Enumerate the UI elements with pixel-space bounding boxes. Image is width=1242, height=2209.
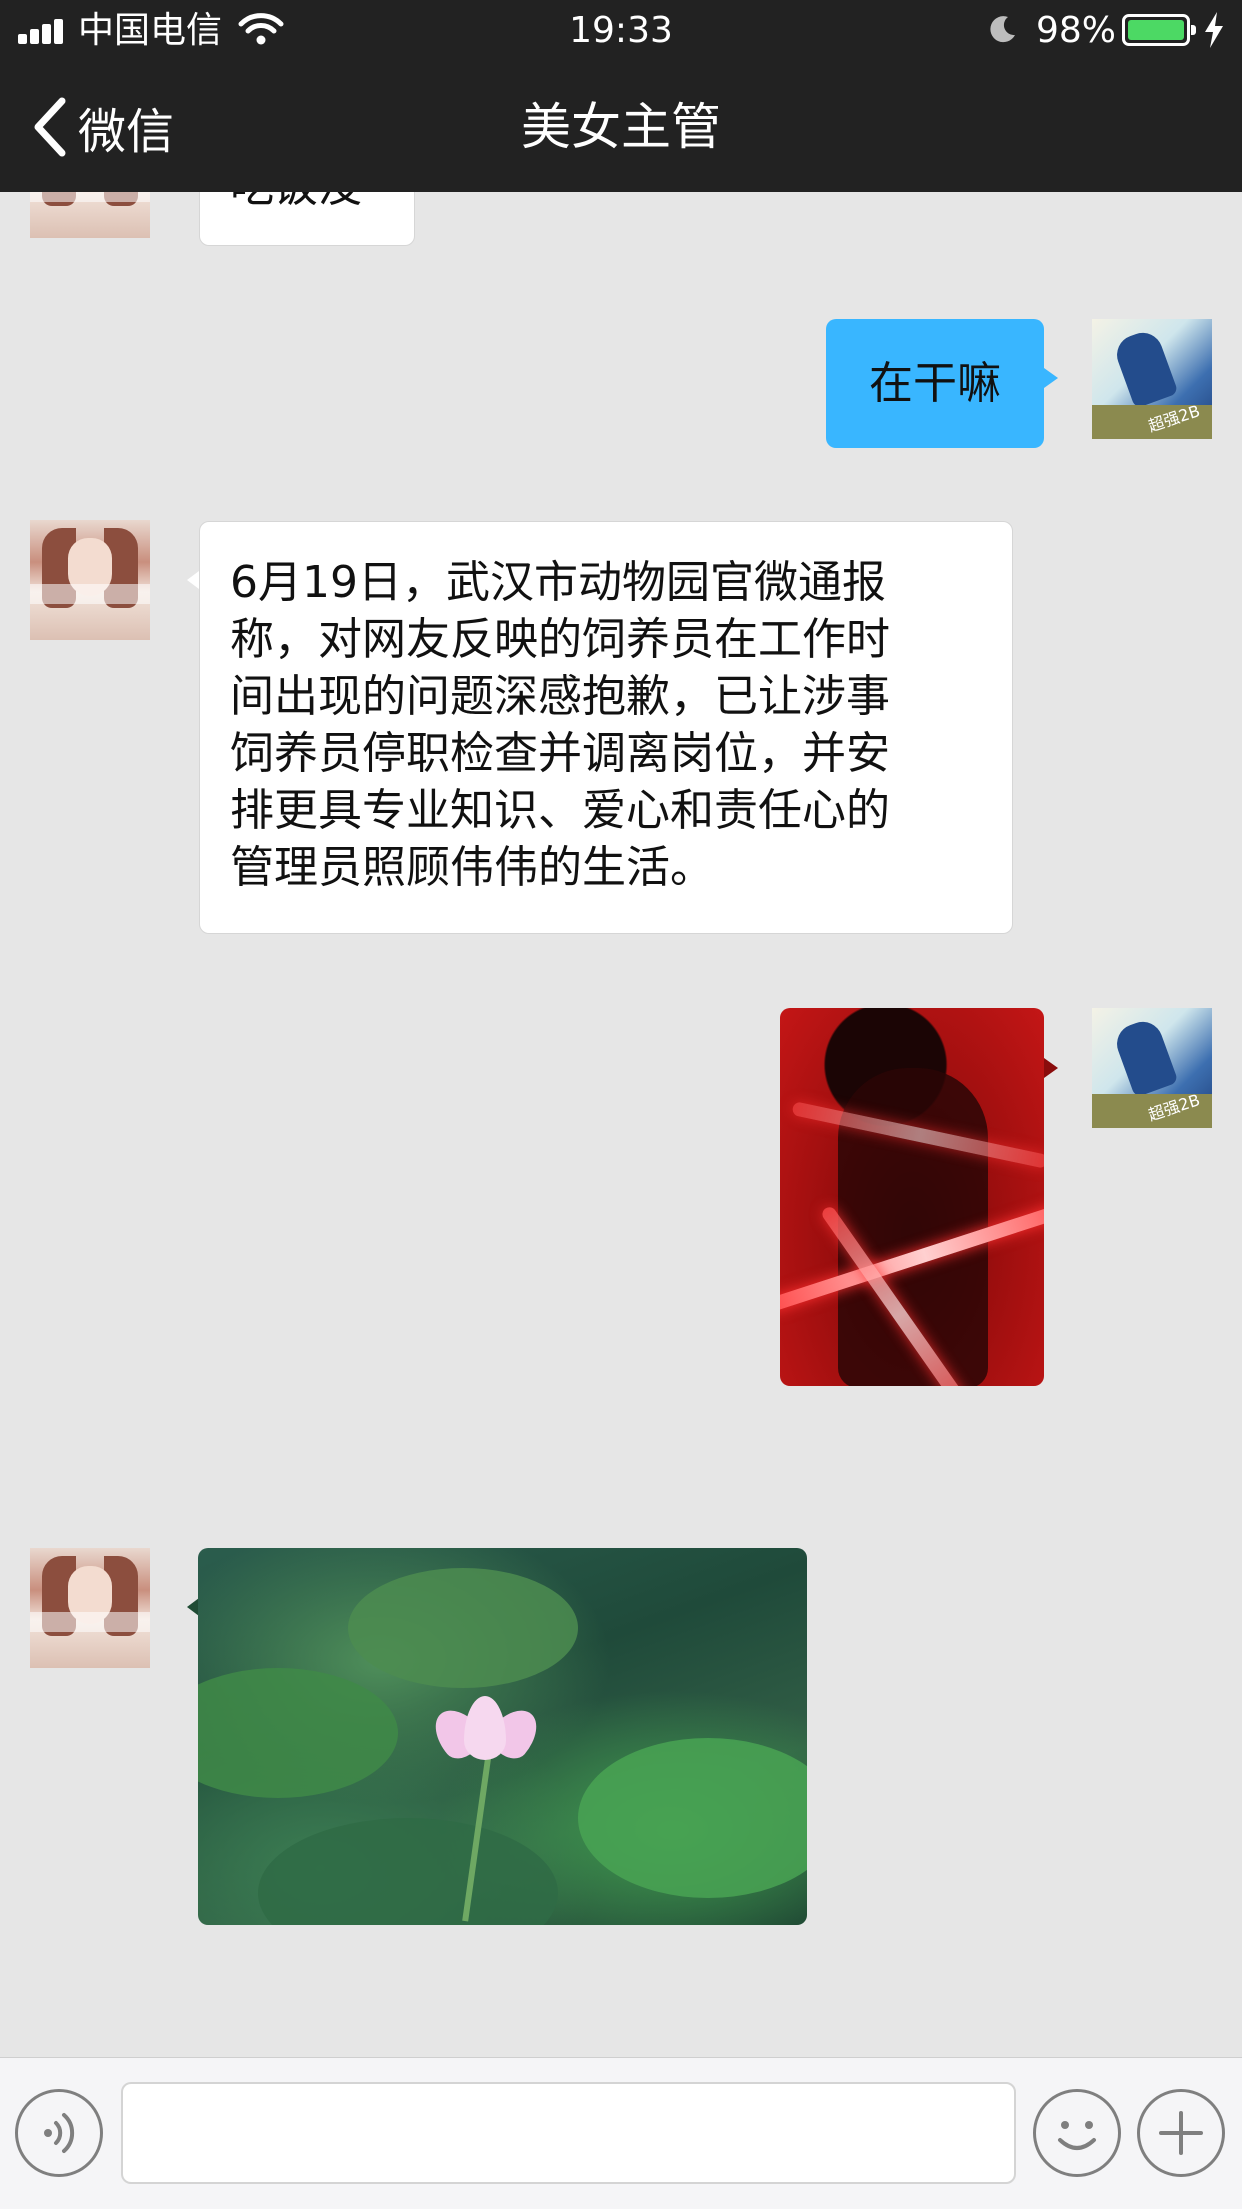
message-line: 称，对网友反映的饲养员在工作时: [230, 614, 890, 665]
message-text: 在干嘛: [869, 358, 1001, 409]
avatar-girl[interactable]: [30, 520, 150, 640]
chat-title: 美女主管: [521, 98, 721, 156]
avatar-girl[interactable]: [30, 1548, 150, 1668]
plus-icon: [1159, 2111, 1203, 2155]
message-line: 间出现的问题深感抱歉，已让涉事: [230, 671, 890, 722]
voice-icon: [44, 2113, 75, 2153]
plus-button[interactable]: [1137, 2089, 1225, 2177]
input-bar: [0, 2057, 1242, 2209]
message-input[interactable]: [121, 2082, 1016, 2184]
message-line: 饲养员停职检查并调离岗位，并安: [230, 728, 890, 779]
emoji-button[interactable]: [1033, 2089, 1121, 2177]
bubble-tail: [1044, 1058, 1058, 1078]
emoji-icon: [1058, 2121, 1096, 2150]
moon-icon: [990, 16, 1015, 43]
status-bar: 中国电信 19:33 98%: [0, 0, 1242, 62]
message-line: 管理员照顾伟伟的生活。: [230, 842, 714, 893]
battery-icon: [1122, 14, 1196, 46]
top-bar: 中国电信 19:33 98% 微信 美女主管: [0, 0, 1242, 192]
message-bubble-incoming[interactable]: 6月19日，武汉市动物园官微通报 称，对网友反映的饲养员在工作时 间出现的问题深…: [199, 521, 1013, 934]
avatar-self[interactable]: 超强2B: [1092, 1008, 1212, 1128]
message-line: 6月19日，武汉市动物园官微通报: [230, 557, 886, 608]
message-line: 排更具专业知识、爱心和责任心的: [230, 785, 890, 836]
red-portrait-photo[interactable]: [780, 1008, 1044, 1386]
voice-button[interactable]: [15, 2089, 103, 2177]
avatar-self[interactable]: 超强2B: [1092, 319, 1212, 439]
charging-bolt-icon: [1205, 12, 1223, 48]
lotus-flower-photo[interactable]: [198, 1548, 807, 1925]
bubble-tail: [187, 571, 199, 589]
bubble-tail: [1044, 368, 1058, 388]
message-bubble-outgoing[interactable]: 在干嘛: [826, 319, 1044, 448]
battery-percent: 98%: [1036, 10, 1117, 51]
